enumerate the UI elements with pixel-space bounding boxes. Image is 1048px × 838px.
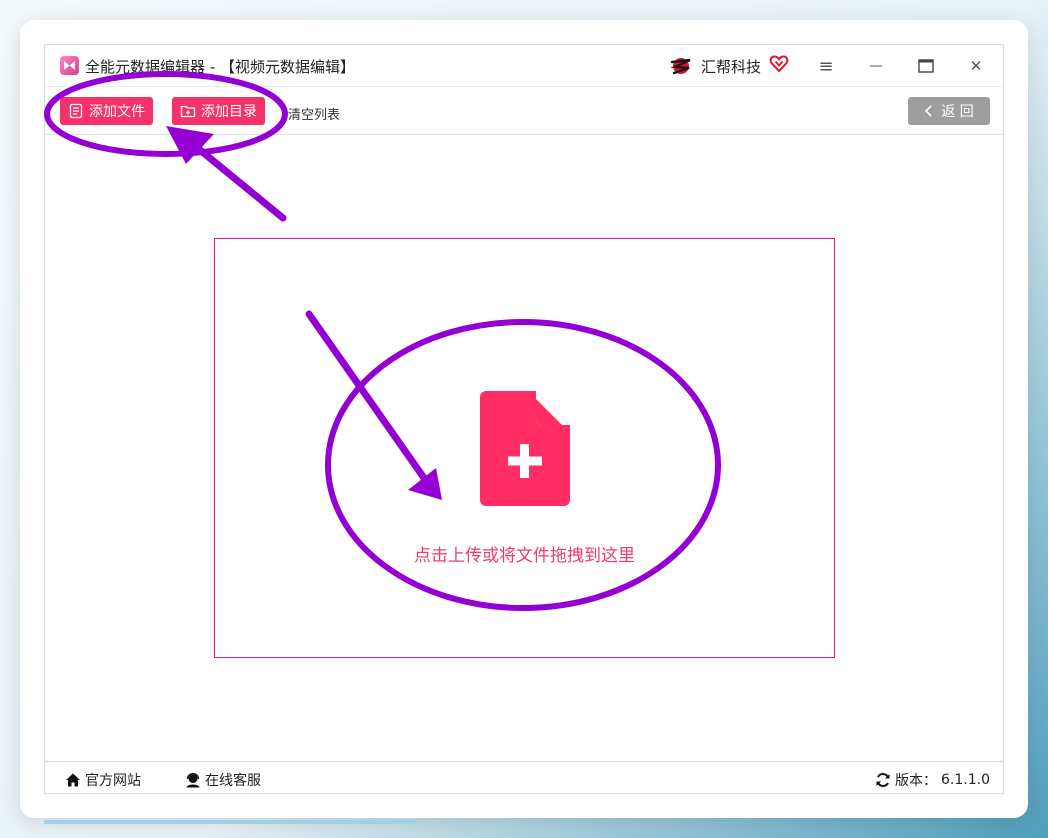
folder-add-icon — [180, 105, 196, 118]
maximize-button[interactable] — [911, 51, 941, 81]
app-window: 全能元数据编辑器 - 【视频元数据编辑】 汇帮科技 ≡ — ✕ 添加文件 添加目… — [44, 44, 1004, 794]
version-label: 版本： — [895, 773, 937, 789]
toolbar: 添加文件 添加目录 清空列表 返 回 — [45, 87, 1003, 135]
back-button[interactable]: 返 回 — [908, 97, 990, 125]
window-title: 全能元数据编辑器 - 【视频元数据编辑】 — [85, 58, 355, 76]
website-link[interactable]: 官方网站 — [65, 770, 141, 790]
maximize-icon — [918, 59, 934, 73]
brand-name: 汇帮科技 — [701, 58, 762, 76]
chevron-left-icon — [925, 105, 932, 117]
taskbar-strip — [44, 820, 416, 824]
upload-dropzone[interactable]: 点击上传或将文件拖拽到这里 — [214, 238, 835, 658]
clear-list-button[interactable]: 清空列表 — [288, 104, 340, 123]
file-add-icon[interactable] — [480, 391, 570, 506]
add-folder-label: 添加目录 — [201, 104, 257, 120]
status-bar: 官方网站 在线客服 版本： 6.1.1.0 — [45, 761, 1003, 793]
minimize-button[interactable]: — — [861, 51, 891, 81]
add-folder-button[interactable]: 添加目录 — [172, 97, 265, 125]
menu-icon: ≡ — [818, 55, 834, 77]
home-icon — [66, 773, 80, 787]
minimize-icon: — — [869, 58, 883, 74]
title-bar[interactable]: 全能元数据编辑器 - 【视频元数据编辑】 汇帮科技 ≡ — ✕ — [45, 45, 1003, 87]
close-button[interactable]: ✕ — [961, 51, 991, 81]
document-icon — [69, 103, 83, 119]
add-file-label: 添加文件 — [89, 104, 145, 120]
version-info[interactable]: 版本： 6.1.1.0 — [875, 770, 990, 790]
support-label: 在线客服 — [205, 773, 261, 789]
vip-heart-icon[interactable] — [769, 54, 789, 74]
refresh-icon — [876, 773, 890, 787]
support-link[interactable]: 在线客服 — [185, 770, 261, 790]
dropzone-hint: 点击上传或将文件拖拽到这里 — [414, 546, 635, 566]
menu-button[interactable]: ≡ — [811, 51, 841, 81]
version-value: 6.1.1.0 — [941, 772, 990, 788]
website-label: 官方网站 — [85, 773, 141, 789]
add-file-button[interactable]: 添加文件 — [60, 97, 153, 125]
headset-icon — [186, 772, 200, 788]
app-logo-icon — [60, 56, 79, 75]
brand-logo-icon — [670, 58, 691, 75]
close-icon: ✕ — [969, 57, 983, 75]
back-label: 返 回 — [941, 104, 974, 120]
